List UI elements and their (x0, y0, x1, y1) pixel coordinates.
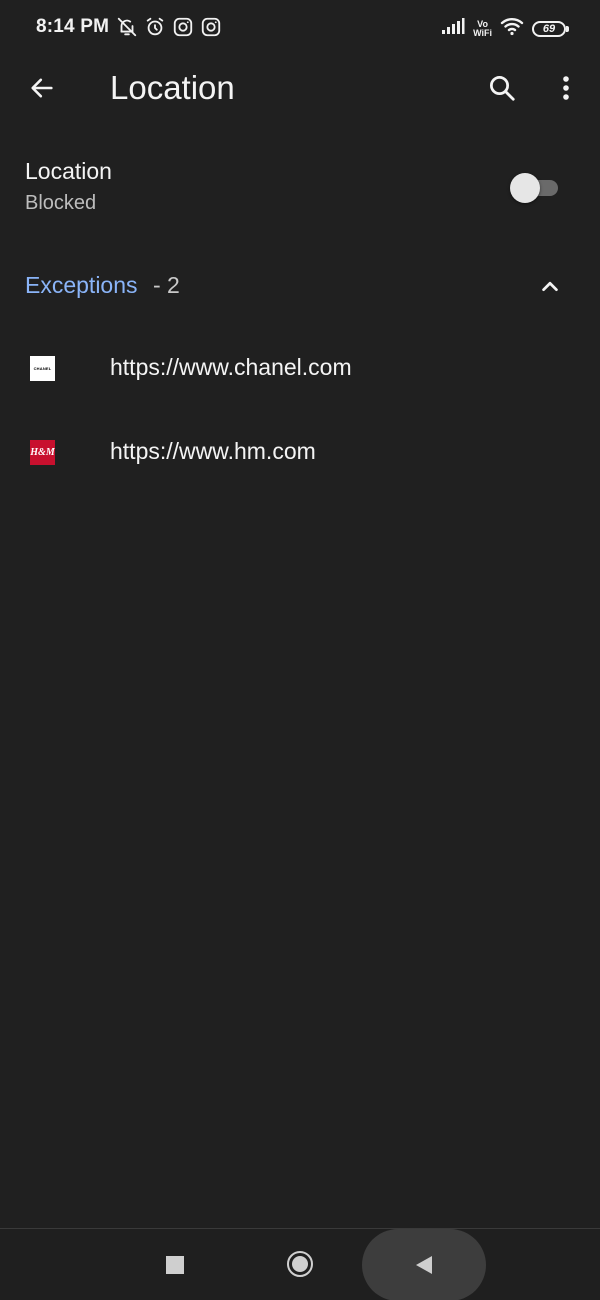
favicon-text: H&M (30, 447, 55, 458)
status-time: 8:14 PM (36, 16, 110, 37)
instagram-icon (200, 16, 222, 38)
chevron-up-icon (542, 281, 558, 292)
instagram-icon (172, 16, 194, 38)
arrow-back-icon (31, 78, 53, 98)
exceptions-header[interactable]: Exceptions - 2 (0, 262, 600, 310)
toolbar: Location (0, 56, 600, 120)
battery-icon: 69 (532, 20, 569, 37)
navigation-bar (0, 1228, 600, 1300)
exceptions-label: Exceptions (25, 272, 138, 298)
status-right-icons: Vo WiFi 69 (441, 16, 569, 41)
chanel-favicon-icon: CHANEL (30, 356, 55, 381)
setting-subtitle: Blocked (25, 192, 97, 214)
search-button[interactable] (482, 68, 522, 108)
alarm-icon (144, 16, 166, 38)
location-setting-row[interactable]: Location Blocked (0, 150, 600, 230)
nav-back-button[interactable] (362, 1229, 486, 1300)
toggle-thumb (510, 173, 540, 203)
more-options-button[interactable] (546, 68, 586, 108)
wifi-icon (500, 16, 524, 41)
signal-icon (441, 17, 465, 40)
exceptions-count: - 2 (153, 272, 180, 298)
page-title: Location (110, 69, 235, 106)
site-url: https://www.chanel.com (110, 354, 352, 380)
setting-title: Location (25, 158, 112, 184)
more-vert-icon (563, 76, 569, 100)
status-bar: 8:14 PM Vo WiFi 69 (0, 0, 600, 56)
screen: 8:14 PM Vo WiFi 69 Location Location Blo… (0, 0, 600, 1300)
battery-level: 69 (542, 22, 556, 35)
back-button[interactable] (22, 68, 62, 108)
square-recents-icon[interactable] (166, 1256, 184, 1274)
search-icon (490, 76, 515, 101)
location-toggle[interactable] (510, 172, 560, 203)
vowifi-bottom: WiFi (473, 27, 492, 38)
site-exception-item[interactable]: H&M https://www.hm.com (0, 418, 600, 490)
vowifi-icon: Vo WiFi (473, 19, 492, 38)
hm-favicon-icon: H&M (30, 440, 55, 465)
collapse-exceptions-button[interactable] (532, 268, 568, 304)
favicon-text: CHANEL (33, 366, 52, 371)
site-exception-item[interactable]: CHANEL https://www.chanel.com (0, 334, 600, 406)
circle-home-icon[interactable] (287, 1251, 313, 1277)
triangle-back-icon (416, 1256, 432, 1274)
status-left-icons (116, 16, 222, 38)
site-url: https://www.hm.com (110, 438, 316, 464)
bell-off-icon (116, 16, 138, 38)
